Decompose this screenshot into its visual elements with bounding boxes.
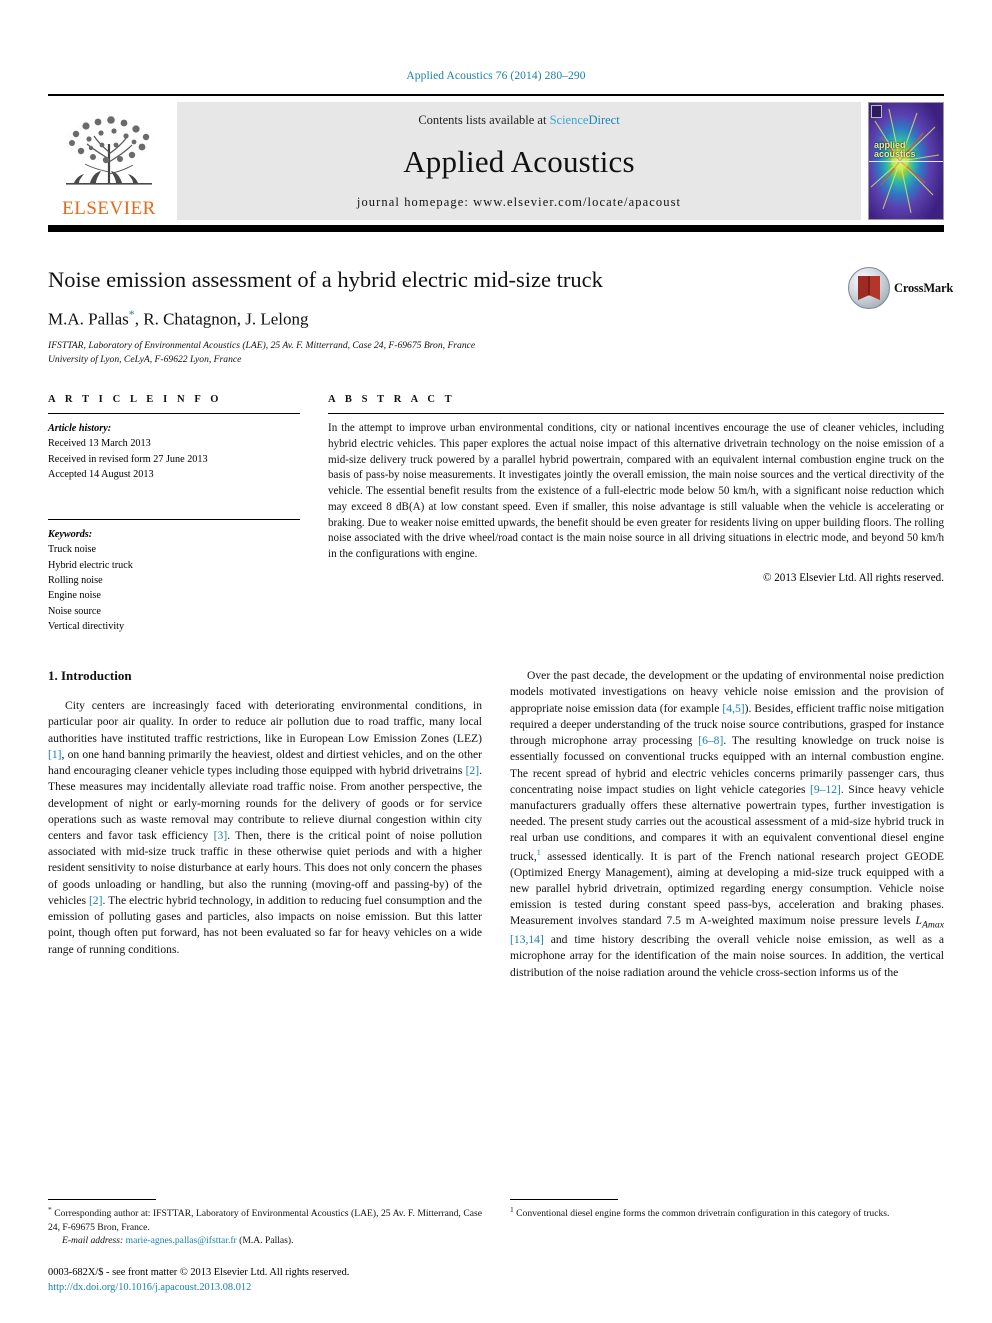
body-columns: 1. Introduction City centers are increas… [48, 668, 944, 991]
intro-right-f: and time history describing the overall … [510, 933, 944, 979]
citation-ref[interactable]: [2] [89, 894, 103, 907]
citation-ref[interactable]: [2] [466, 764, 480, 777]
running-head: Applied Acoustics 76 (2014) 280–290 [406, 70, 586, 82]
intro-text-b: , on one hand banning primarily the heav… [48, 747, 482, 778]
issn-block: 0003-682X/$ - see front matter © 2013 El… [48, 1265, 482, 1295]
abstract-column: A B S T R A C T In the attempt to improv… [328, 394, 944, 634]
author-rest: , R. Chatagnon, J. Lelong [134, 309, 309, 329]
footnote-one: 1 Conventional diesel engine forms the c… [510, 1205, 944, 1221]
corresponding-author-note: * Corresponding author at: IFSTTAR, Labo… [48, 1205, 482, 1234]
elsevier-logo: ELSEVIER [48, 102, 170, 220]
keyword-item: Engine noise [48, 590, 101, 602]
keyword-item: Truck noise [48, 544, 97, 556]
affiliations: IFSTTAR, Laboratory of Environmental Aco… [48, 339, 944, 367]
article-info-column: A R T I C L E I N F O Article history: R… [48, 394, 300, 634]
citation-ref[interactable]: [4,5] [722, 702, 744, 715]
cover-title-text: applied acoustics [874, 140, 916, 160]
affiliation-line-1: IFSTTAR, Laboratory of Environmental Aco… [48, 339, 476, 351]
elsevier-wordmark: ELSEVIER [62, 198, 156, 219]
journal-title: Applied Acoustics [403, 143, 635, 179]
author-first: M.A. Pallas [48, 309, 129, 329]
intro-text-a: City centers are increasingly faced with… [48, 699, 482, 745]
footnote-separator-right [510, 1198, 618, 1200]
article-info-rule [48, 413, 300, 414]
citation-ref[interactable]: [1] [48, 748, 62, 761]
lamax-symbol: LAmax [915, 914, 944, 931]
article-history-accepted: Accepted 14 August 2013 [48, 468, 154, 480]
cover-corner-mark [871, 105, 882, 118]
article-history-revised: Received in revised form 27 June 2013 [48, 453, 208, 465]
keywords-rule [48, 519, 300, 521]
email-note: E-mail address: marie-agnes.pallas@ifstt… [48, 1234, 482, 1248]
email-suffix: (M.A. Pallas). [236, 1235, 294, 1247]
footnote-one-text: Conventional diesel engine forms the com… [513, 1208, 890, 1220]
email-link[interactable]: marie-agnes.pallas@ifsttar.fr [126, 1235, 237, 1246]
citation-ref[interactable]: [6–8] [698, 734, 723, 747]
keywords-label: Keywords: [48, 529, 93, 541]
citation-ref[interactable]: [9–12] [810, 783, 841, 796]
body-column-left: 1. Introduction City centers are increas… [48, 668, 482, 991]
paper-page: Applied Acoustics 76 (2014) 280–290 ELSE… [0, 0, 992, 1323]
body-column-right: Over the past decade, the development or… [510, 668, 944, 991]
sciencedirect-link[interactable]: ScienceDirect [550, 113, 620, 127]
keyword-item: Noise source [48, 605, 101, 617]
masthead-bottom-bar [48, 225, 944, 232]
cover-divider [869, 161, 943, 162]
intro-paragraph-left: City centers are increasingly faced with… [48, 698, 482, 958]
intro-text-e: . The electric hybrid technology, in add… [48, 893, 482, 956]
contents-prefix: Contents lists available at [418, 113, 550, 127]
intro-right-e: assessed identically. It is part of the … [510, 849, 944, 928]
issn-line: 0003-682X/$ - see front matter © 2013 El… [48, 1266, 350, 1278]
title-block: CrossMark Noise emission assessment of a… [48, 264, 953, 370]
article-history-received: Received 13 March 2013 [48, 438, 151, 450]
crossmark-icon [848, 267, 890, 309]
journal-cover-thumbnail: applied acoustics [868, 102, 944, 220]
intro-paragraph-right: Over the past decade, the development or… [510, 668, 944, 981]
doi-link[interactable]: http://dx.doi.org/10.1016/j.apacoust.201… [48, 1280, 482, 1295]
abstract-rule [328, 413, 944, 414]
citation-ref[interactable]: [13,14] [510, 933, 544, 946]
crossmark-badge-group[interactable]: CrossMark [848, 264, 953, 312]
crossmark-label: CrossMark [894, 280, 954, 295]
footnote-separator-left [48, 1198, 156, 1200]
article-history-label: Article history: [48, 423, 112, 434]
abstract-heading: A B S T R A C T [328, 394, 456, 405]
abstract-copyright: © 2013 Elsevier Ltd. All rights reserved… [763, 571, 944, 584]
elsevier-tree-icon [65, 116, 153, 185]
page-title: Noise emission assessment of a hybrid el… [48, 267, 603, 292]
journal-center-panel: Contents lists available at ScienceDirec… [177, 102, 861, 220]
keyword-item: Vertical directivity [48, 620, 125, 632]
citation-ref[interactable]: [3] [214, 829, 228, 842]
keyword-item: Hybrid electric truck [48, 559, 133, 571]
author-list: M.A. Pallas*, R. Chatagnon, J. Lelong [48, 307, 944, 330]
journal-homepage[interactable]: journal homepage: www.elsevier.com/locat… [357, 195, 681, 210]
info-abstract-row: A R T I C L E I N F O Article history: R… [48, 394, 944, 634]
corresponding-note-text: Corresponding author at: IFSTTAR, Labora… [48, 1208, 482, 1233]
affiliation-line-2: University of Lyon, CeLyA, F-69622 Lyon,… [48, 353, 242, 365]
footnote-column-left: * Corresponding author at: IFSTTAR, Labo… [48, 1198, 482, 1295]
article-info-heading: A R T I C L E I N F O [48, 394, 223, 405]
keyword-item: Rolling noise [48, 575, 103, 587]
contents-available-line: Contents lists available at ScienceDirec… [418, 113, 619, 128]
journal-masthead: ELSEVIER Contents lists available at Sci… [48, 94, 944, 220]
footnote-area: * Corresponding author at: IFSTTAR, Labo… [48, 1198, 944, 1295]
footnote-column-right: 1 Conventional diesel engine forms the c… [510, 1198, 944, 1295]
abstract-text: In the attempt to improve urban environm… [328, 422, 944, 560]
section-heading-introduction: 1. Introduction [48, 668, 132, 684]
email-label: E-mail address: [62, 1235, 124, 1247]
